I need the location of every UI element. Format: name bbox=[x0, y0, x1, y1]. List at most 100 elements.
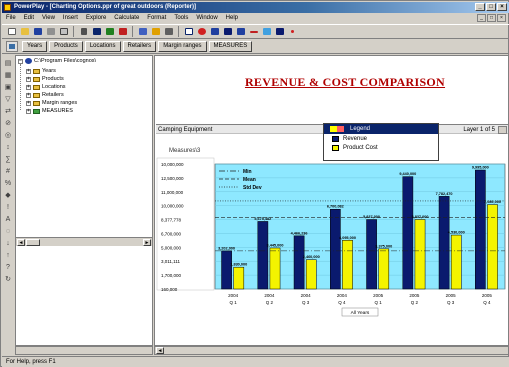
percent-icon[interactable]: % bbox=[4, 179, 12, 188]
menu-file[interactable]: File bbox=[6, 13, 16, 24]
filter-icon[interactable] bbox=[104, 26, 115, 37]
scroll-left-icon[interactable]: ◄ bbox=[17, 239, 25, 246]
scroll-thumb[interactable] bbox=[26, 239, 40, 246]
data-label: 9,440,000 bbox=[399, 172, 416, 176]
dimension-retailers[interactable]: Retailers bbox=[122, 41, 157, 52]
expand-icon[interactable]: + bbox=[26, 76, 31, 82]
mdi-close-button[interactable]: × bbox=[497, 14, 506, 22]
status-bar: For Help, press F1 bbox=[2, 356, 509, 367]
menu-format[interactable]: Format bbox=[147, 13, 166, 24]
highlight-icon[interactable]: ◆ bbox=[4, 191, 12, 200]
menu-view[interactable]: View bbox=[42, 13, 55, 24]
product-cost-bar bbox=[305, 259, 317, 290]
legend-label: Revenue bbox=[343, 135, 368, 142]
hide-icon[interactable]: ◌ bbox=[4, 227, 12, 236]
scatter-icon[interactable] bbox=[287, 26, 298, 37]
legend[interactable]: Legend Revenue Product Cost bbox=[323, 123, 439, 161]
rank-icon[interactable]: # bbox=[4, 167, 12, 176]
scroll-left-icon[interactable]: ◄ bbox=[156, 347, 164, 354]
expand-icon[interactable]: + bbox=[26, 92, 31, 98]
maximize-button[interactable]: □ bbox=[486, 3, 496, 11]
x-tick-quarter: Q 4 bbox=[483, 300, 491, 305]
drill-down-icon[interactable]: ↓ bbox=[4, 239, 12, 248]
expand-icon[interactable]: + bbox=[26, 108, 31, 114]
line-chart-icon[interactable] bbox=[248, 26, 259, 37]
refresh-icon[interactable]: ↻ bbox=[4, 275, 12, 284]
y-tick-label: 8,377,778 bbox=[161, 218, 182, 223]
dimension-years[interactable]: Years bbox=[22, 41, 48, 52]
expand-icon[interactable]: + bbox=[26, 84, 31, 90]
menu-explore[interactable]: Explore bbox=[86, 13, 106, 24]
collapse-icon[interactable]: − bbox=[18, 58, 23, 64]
area-chart-icon[interactable] bbox=[261, 26, 272, 37]
bar-chart-icon[interactable] bbox=[209, 26, 220, 37]
explain-icon[interactable]: ? bbox=[4, 263, 12, 272]
report-pane: REVENUE & COST COMPARISON Camping Equipm… bbox=[154, 55, 509, 346]
menu-insert[interactable]: Insert bbox=[63, 13, 78, 24]
undo-icon[interactable] bbox=[78, 26, 89, 37]
sort-icon[interactable]: ↕ bbox=[4, 143, 12, 152]
tree-item-locations[interactable]: + Locations bbox=[26, 84, 66, 90]
legend-icon bbox=[330, 126, 344, 132]
folder-icon bbox=[33, 92, 40, 98]
filter-icon[interactable]: ▽ bbox=[4, 95, 12, 104]
title-bar[interactable]: PowerPlay - [Charting Options.ppr of gre… bbox=[2, 2, 509, 13]
tree-bottom-scrollbar[interactable] bbox=[15, 346, 153, 355]
suppress-icon[interactable]: ⊘ bbox=[4, 119, 12, 128]
open-icon[interactable] bbox=[19, 26, 30, 37]
menu-tools[interactable]: Tools bbox=[174, 13, 188, 24]
menu-edit[interactable]: Edit bbox=[24, 13, 34, 24]
tree-item-products[interactable]: + Products bbox=[26, 76, 64, 82]
x-tick-quarter: Q 2 bbox=[411, 300, 419, 305]
minimize-button[interactable]: _ bbox=[475, 3, 485, 11]
layer-icon[interactable]: ▣ bbox=[4, 83, 12, 92]
mdi-minimize-button[interactable]: _ bbox=[477, 14, 486, 22]
sort-icon[interactable] bbox=[117, 26, 128, 37]
menu-window[interactable]: Window bbox=[196, 13, 217, 24]
swap-icon[interactable] bbox=[137, 26, 148, 37]
rank-icon[interactable] bbox=[150, 26, 161, 37]
crosstab-icon[interactable] bbox=[183, 26, 194, 37]
save-icon[interactable] bbox=[32, 26, 43, 37]
3d-bar-icon[interactable] bbox=[274, 26, 285, 37]
x-tick-quarter: Q 2 bbox=[266, 300, 274, 305]
crosstab-icon[interactable]: ▦ bbox=[4, 71, 12, 80]
exception-icon[interactable]: ! bbox=[4, 203, 12, 212]
drill-up-icon[interactable]: ↑ bbox=[4, 251, 12, 260]
dimension-viewer-icon[interactable]: ▤ bbox=[4, 59, 12, 68]
menu-calculate[interactable]: Calculate bbox=[114, 13, 139, 24]
swap-rows-icon[interactable]: ⇄ bbox=[4, 107, 12, 116]
scroll-right-icon[interactable]: ► bbox=[143, 239, 151, 246]
clustered-bar-icon[interactable] bbox=[222, 26, 233, 37]
menu-help[interactable]: Help bbox=[226, 13, 238, 24]
cube-icon bbox=[25, 58, 32, 64]
dimension-products[interactable]: Products bbox=[49, 41, 83, 52]
product-cost-bar bbox=[342, 240, 353, 290]
tree-item-years[interactable]: + Years bbox=[26, 68, 56, 74]
tree-scrollbar[interactable]: ◄ ► bbox=[16, 237, 152, 246]
format-icon[interactable]: A bbox=[4, 215, 12, 224]
close-button[interactable]: × bbox=[497, 3, 507, 11]
binoculars-icon[interactable]: ◎ bbox=[4, 131, 12, 140]
tree-item-margin-ranges[interactable]: + Margin ranges bbox=[26, 100, 77, 106]
pie-chart-icon[interactable] bbox=[196, 26, 207, 37]
preview-icon[interactable] bbox=[58, 26, 69, 37]
tree-item-retailers[interactable]: + Retailers bbox=[26, 92, 64, 98]
dimension-margin-ranges[interactable]: Margin ranges bbox=[158, 41, 207, 52]
dimension-viewer-icon[interactable] bbox=[6, 41, 18, 52]
expand-icon[interactable]: + bbox=[26, 68, 31, 74]
mdi-restore-button[interactable]: □ bbox=[487, 14, 496, 22]
calculation-icon[interactable]: ∑ bbox=[4, 155, 12, 164]
stacked-bar-icon[interactable] bbox=[235, 26, 246, 37]
new-icon[interactable] bbox=[6, 26, 17, 37]
drill-icon[interactable] bbox=[91, 26, 102, 37]
explain-icon[interactable] bbox=[163, 26, 174, 37]
tree-item-measures[interactable]: + MEASURES bbox=[26, 108, 73, 114]
expand-icon[interactable]: + bbox=[26, 100, 31, 106]
x-tick-year: 2004 bbox=[264, 293, 275, 298]
dimension-locations[interactable]: Locations bbox=[84, 41, 121, 52]
report-scrollbar[interactable]: ◄ bbox=[154, 346, 509, 355]
print-icon[interactable] bbox=[45, 26, 56, 37]
tree-root[interactable]: − C:\Program Files\cognos\ bbox=[18, 58, 96, 64]
dimension-measures[interactable]: MEASURES bbox=[208, 41, 253, 52]
